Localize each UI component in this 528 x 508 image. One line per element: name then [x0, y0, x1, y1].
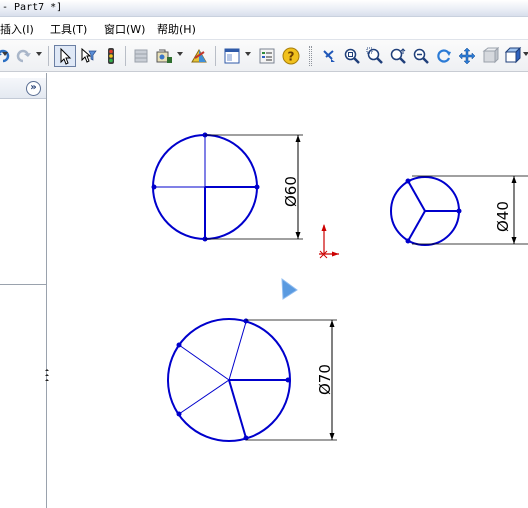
feature-manager-panel: » [0, 73, 49, 508]
select-filter-icon[interactable] [77, 45, 99, 67]
toolbar: ? [0, 39, 528, 72]
menu-bar: 插入(I) 工具(T) 窗口(W) 帮助(H) [0, 18, 528, 39]
properties-icon[interactable] [256, 45, 278, 67]
section-view-icon[interactable] [479, 45, 501, 67]
select-arrow-icon[interactable] [54, 45, 76, 67]
window-title: - Part7 *] [2, 2, 63, 13]
display-style-dropdown-icon[interactable] [245, 52, 251, 56]
drawing-canvas[interactable]: Ø60 Ø40 Ø70 [48, 73, 528, 508]
mouse-cursor-icon [281, 277, 298, 300]
dimension-text-70[interactable]: Ø70 [316, 364, 334, 395]
redraw-icon[interactable] [433, 45, 455, 67]
sketch-circle-70[interactable] [167, 318, 291, 442]
solidworks-window: - Part7 *] 插入(I) 工具(T) 窗口(W) 帮助(H) ? » Ø… [0, 0, 528, 508]
view-icon[interactable] [153, 45, 175, 67]
zoom-to-fit-icon[interactable] [341, 45, 363, 67]
undo-dropdown-icon[interactable] [2, 52, 8, 56]
expand-panel-button[interactable]: » [26, 81, 41, 96]
title-bar: - Part7 *] [0, 0, 528, 17]
view-dropdown-icon[interactable] [177, 52, 183, 56]
panel-header: » [0, 78, 46, 99]
sketch-circle-40[interactable] [390, 176, 462, 246]
zoom-area-icon[interactable] [364, 45, 386, 67]
origin-icon[interactable] [319, 224, 339, 259]
toolbar-separator [215, 46, 216, 66]
appearance-icon[interactable] [188, 45, 210, 67]
dimension-text-40[interactable]: Ø40 [494, 201, 512, 232]
sketch-circle-60[interactable] [151, 132, 260, 242]
menu-tools[interactable]: 工具(T) [50, 21, 87, 37]
redo-dropdown-icon[interactable] [36, 52, 42, 56]
menu-insert[interactable]: 插入(I) [0, 21, 34, 37]
traffic-light-icon[interactable] [100, 45, 122, 67]
toolbar-separator [125, 46, 126, 66]
zoom-in-out-icon[interactable] [387, 45, 409, 67]
rotate-view-icon[interactable] [318, 45, 340, 67]
toolbar-grip[interactable] [309, 46, 312, 66]
display-style-icon[interactable] [221, 45, 243, 67]
panel-divider[interactable] [0, 284, 46, 285]
sheet-icon[interactable] [130, 45, 152, 67]
svg-text:?: ? [288, 50, 295, 64]
zoom-selection-icon[interactable] [410, 45, 432, 67]
pan-icon[interactable] [456, 45, 478, 67]
menu-window[interactable]: 窗口(W) [104, 21, 145, 37]
menu-help[interactable]: 帮助(H) [157, 21, 196, 37]
view-orientation-icon[interactable] [502, 45, 524, 67]
view-orientation-dropdown-icon[interactable] [523, 52, 528, 56]
toolbar-separator [48, 46, 49, 66]
redo-icon[interactable] [12, 45, 34, 67]
help-icon[interactable]: ? [280, 45, 302, 67]
dimension-text-60[interactable]: Ø60 [282, 176, 300, 207]
